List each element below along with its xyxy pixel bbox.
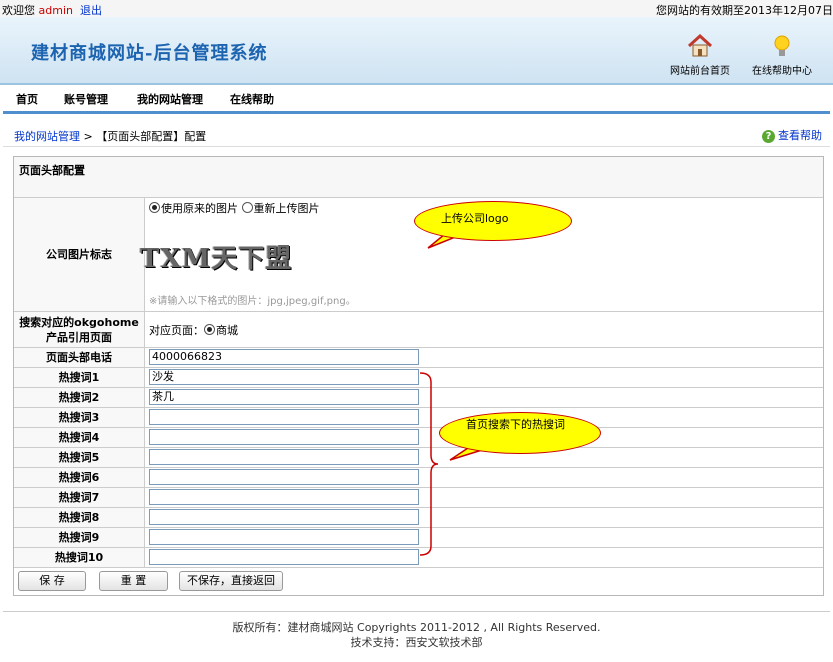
footer-divider [3,611,830,612]
hotword-callout-text: 首页搜索下的热搜词 [466,418,565,431]
hotword-callout: 首页搜索下的热搜词 [439,412,601,454]
annotation-layer [419,233,483,556]
support-text: 技术支持：西安文软技术部 [350,636,483,649]
logo-callout: 上传公司logo [414,201,572,241]
copyright-text: 版权所有：建材商城网站 Copyrights 2011-2012 , All R… [232,621,601,634]
logo-callout-text: 上传公司logo [441,212,509,225]
footer: 版权所有：建材商城网站 Copyrights 2011-2012 , All R… [0,620,833,650]
hotword-bracket [419,372,439,556]
